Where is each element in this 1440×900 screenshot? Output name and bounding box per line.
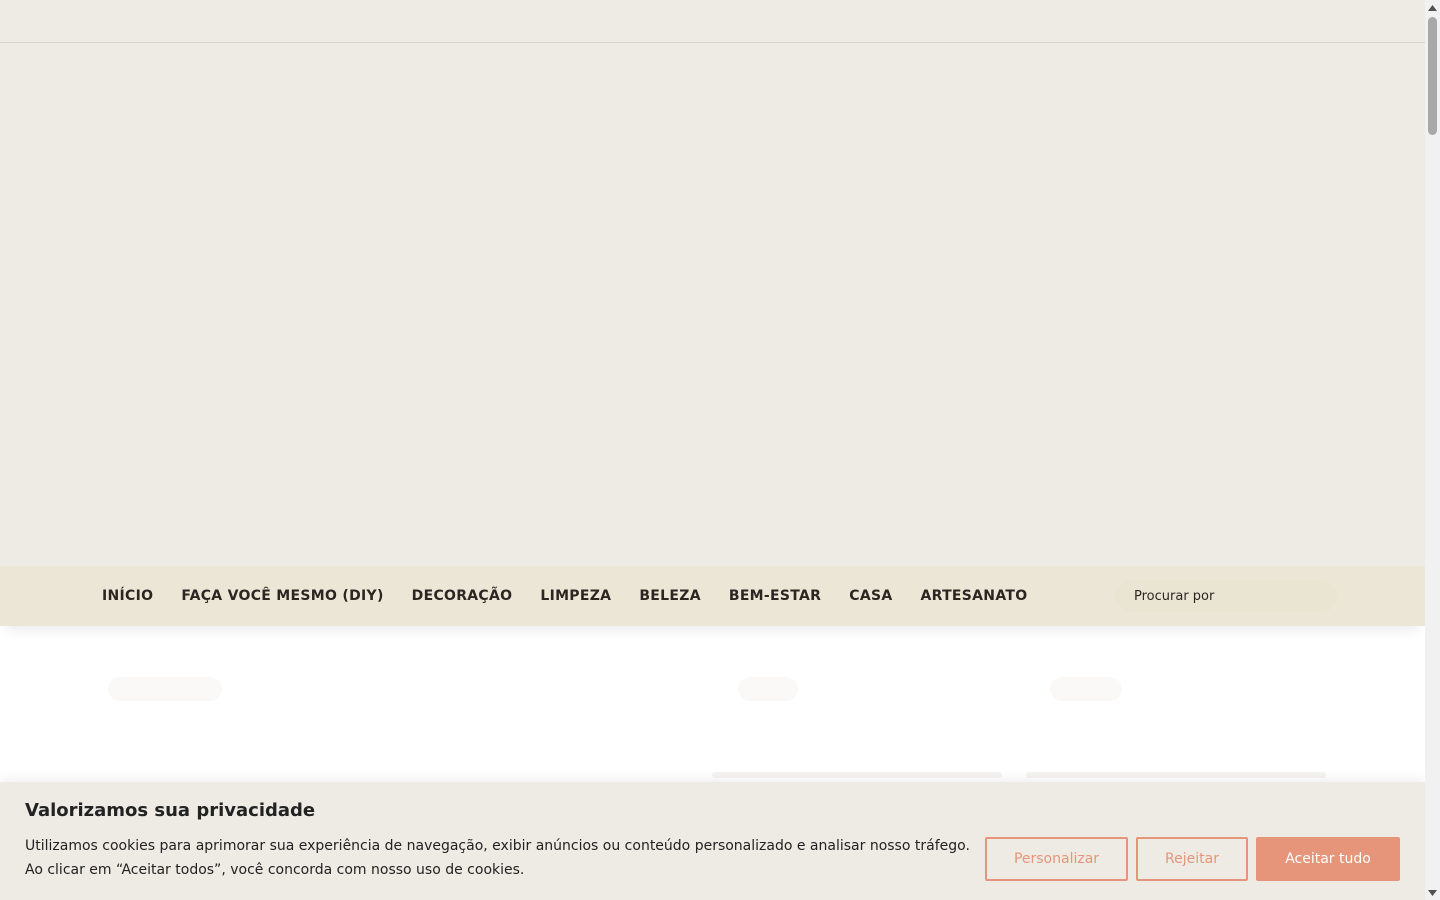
placeholder-tag bbox=[1050, 677, 1122, 701]
nav-item-limpeza[interactable]: LIMPEZA bbox=[526, 588, 625, 604]
placeholder-tag bbox=[108, 677, 222, 701]
nav-item-inicio[interactable]: INÍCIO bbox=[88, 588, 167, 604]
vertical-scrollbar[interactable] bbox=[1425, 0, 1440, 900]
placeholder-tag bbox=[738, 677, 798, 701]
nav-item-decoracao[interactable]: DECORAÇÃO bbox=[398, 588, 527, 604]
reject-button[interactable]: Rejeitar bbox=[1136, 837, 1248, 881]
accept-all-button[interactable]: Aceitar tudo bbox=[1256, 837, 1400, 881]
search-input[interactable] bbox=[1132, 587, 1322, 605]
cookie-title: Valorizamos sua privacidade bbox=[25, 800, 316, 821]
cookie-description-line-1: Utilizamos cookies para aprimorar sua ex… bbox=[25, 838, 970, 854]
cookie-consent-banner: Valorizamos sua privacidade Utilizamos c… bbox=[0, 782, 1425, 900]
nav-item-bem-estar[interactable]: BEM-ESTAR bbox=[715, 588, 835, 604]
scroll-down-arrow-icon[interactable] bbox=[1425, 885, 1440, 900]
cookie-description: Utilizamos cookies para aprimorar sua ex… bbox=[25, 834, 985, 882]
scroll-up-arrow-icon[interactable] bbox=[1425, 0, 1440, 15]
nav-item-beleza[interactable]: BELEZA bbox=[625, 588, 715, 604]
page: INÍCIO FAÇA VOCÊ MESMO (DIY) DECORAÇÃO L… bbox=[0, 0, 1425, 900]
customize-button[interactable]: Personalizar bbox=[985, 837, 1128, 881]
nav-item-artesanato[interactable]: ARTESANATO bbox=[906, 588, 1041, 604]
nav-item-casa[interactable]: CASA bbox=[835, 588, 906, 604]
hero-banner bbox=[0, 43, 1425, 566]
scrollbar-thumb[interactable] bbox=[1428, 17, 1437, 135]
placeholder-line bbox=[1026, 772, 1326, 778]
top-bar bbox=[0, 0, 1425, 43]
nav-menu: INÍCIO FAÇA VOCÊ MESMO (DIY) DECORAÇÃO L… bbox=[88, 566, 1041, 626]
nav-item-diy[interactable]: FAÇA VOCÊ MESMO (DIY) bbox=[167, 588, 397, 604]
cookie-description-line-2: Ao clicar em “Aceitar todos”, você conco… bbox=[25, 862, 525, 878]
search-box bbox=[1115, 580, 1337, 612]
placeholder-line bbox=[712, 772, 1002, 778]
